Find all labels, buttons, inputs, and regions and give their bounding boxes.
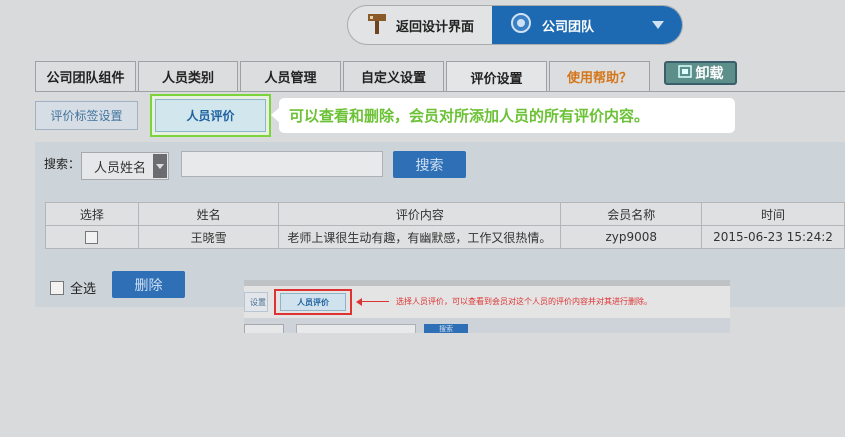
tab-company-team-component[interactable]: 公司团队组件: [35, 61, 136, 91]
tab-staff-management[interactable]: 人员管理: [240, 61, 341, 91]
uninstall-button[interactable]: 卸载: [664, 61, 737, 85]
row-member: zyp9008: [560, 225, 703, 249]
row-checkbox[interactable]: [85, 231, 99, 244]
uninstall-label: 卸载: [695, 66, 724, 82]
back-to-design-label: 返回设计界面: [396, 19, 475, 35]
inset-search-button: 搜索: [424, 324, 468, 333]
tab-custom-settings[interactable]: 自定义设置: [343, 61, 444, 91]
row-name: 王晓雪: [137, 225, 280, 249]
subtab-staff-review[interactable]: 人员评价: [155, 99, 266, 132]
subtab-label: 评价标签设置: [50, 109, 123, 123]
tab-label: 使用帮助？: [566, 71, 632, 86]
tab-staff-category[interactable]: 人员类别: [138, 61, 238, 91]
header-time: 时间: [701, 202, 845, 226]
tab-label: 人员类别: [161, 71, 214, 86]
row-select-cell: [45, 225, 139, 249]
search-label: 搜索：: [44, 157, 81, 171]
table-header-row: 选择 姓名 评价内容 会员名称 时间: [45, 202, 845, 226]
header-select: 选择: [45, 202, 139, 226]
inset-active-subtab: 人员评价: [280, 293, 346, 311]
select-all[interactable]: 全选: [50, 278, 96, 297]
header-content: 评价内容: [278, 202, 562, 226]
select-all-label: 全选: [70, 282, 97, 297]
back-to-design-button[interactable]: 返回设计界面: [358, 8, 492, 42]
tip-callout: 可以查看和删除，会员对所添加人员的所有评价内容。: [279, 98, 735, 133]
search-button[interactable]: 搜索: [393, 151, 466, 178]
tab-label: 公司团队组件: [46, 71, 125, 86]
team-dropdown[interactable]: 公司团队: [492, 6, 682, 44]
table-row: 王晓雪 老师上课很生动有趣，有幽默感，工作又很热情。 zyp9008 2015-…: [45, 225, 845, 249]
inset-select: [244, 324, 284, 333]
inset-input: [296, 324, 416, 333]
inset-note: 选择人员评价，可以查看到会员对这个人员的评价内容并对其进行删除。: [396, 297, 652, 306]
review-table: 选择 姓名 评价内容 会员名称 时间 王晓雪 老师上课很生动有趣，有幽默感，工作…: [45, 202, 845, 249]
row-time: 2015-06-23 15:24:2: [701, 225, 845, 249]
delete-button[interactable]: 删除: [112, 271, 185, 298]
tab-label: 自定义设置: [360, 71, 426, 86]
tab-review-settings[interactable]: 评价设置: [446, 61, 547, 92]
tab-help[interactable]: 使用帮助？: [549, 61, 650, 91]
inset-tab-strip: [244, 280, 730, 286]
row-content: 老师上课很生动有趣，有幽默感，工作又很热情。: [278, 225, 562, 249]
search-input[interactable]: [181, 151, 383, 177]
select-all-checkbox[interactable]: [50, 280, 64, 295]
tab-divider: [35, 91, 845, 92]
inset-subtab: 设置: [244, 292, 268, 312]
search-field-select[interactable]: 人员姓名: [81, 152, 169, 180]
chevron-down-icon: [153, 154, 167, 178]
inset-arrow-icon: [356, 298, 362, 306]
gear-icon: [510, 12, 532, 38]
subtab-label: 人员评价: [186, 109, 235, 123]
header-member: 会员名称: [560, 202, 703, 226]
inset-arrow-line: [359, 301, 389, 302]
tab-label: 评价设置: [470, 71, 523, 87]
team-dropdown-label: 公司团队: [542, 19, 595, 35]
header-name: 姓名: [137, 202, 280, 226]
tutorial-inset: 设置 人员评价 选择人员评价，可以查看到会员对这个人员的评价内容并对其进行删除。…: [244, 280, 730, 333]
back-design-icon: [364, 10, 390, 40]
subtab-review-tag-settings[interactable]: 评价标签设置: [35, 101, 138, 130]
tab-label: 人员管理: [264, 71, 317, 86]
uninstall-icon: [677, 64, 692, 82]
search-field-value: 人员姓名: [94, 160, 147, 176]
chevron-down-icon: [652, 21, 664, 29]
